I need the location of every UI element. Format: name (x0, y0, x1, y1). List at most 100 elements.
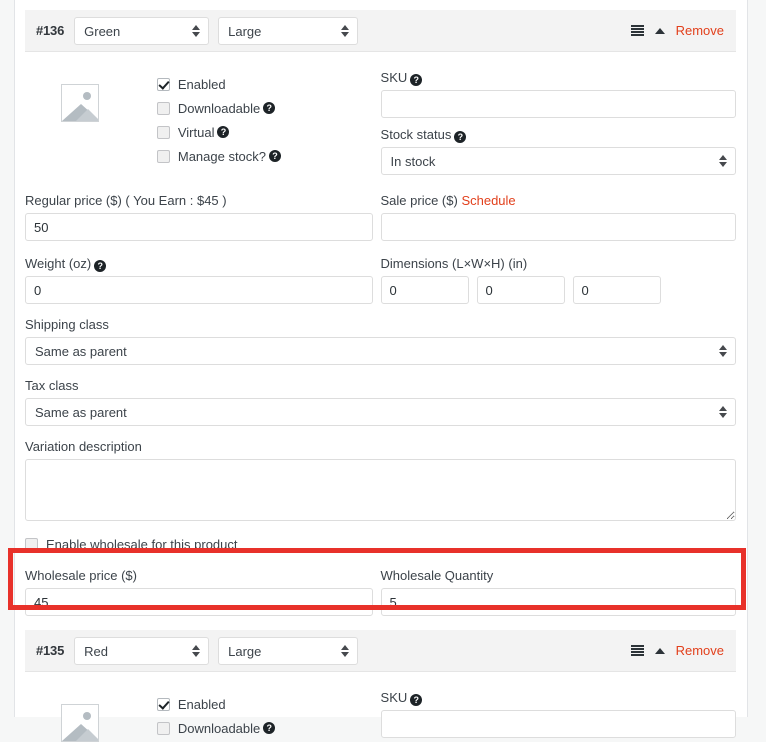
dimension-height-input[interactable] (572, 276, 661, 304)
sku-label: SKU? (381, 690, 736, 706)
attribute-size-select[interactable]: Large (218, 636, 359, 665)
variation-top-block: Enabled Downloadable ? SKU? (25, 672, 736, 742)
variation-136: #136 Green Large Remove Enabled Download… (15, 10, 747, 626)
variation-image-column (25, 66, 157, 175)
stock-status-select[interactable]: In stock (380, 147, 736, 175)
chevron-up-icon[interactable] (654, 647, 665, 654)
help-icon[interactable]: ? (410, 694, 423, 706)
variation-image-placeholder-icon[interactable] (61, 84, 99, 122)
shipping-dimension-row: Weight (oz)? Dimensions (L×W×H) (in) (25, 241, 736, 304)
dimension-width-input[interactable] (476, 276, 565, 304)
sale-price-field: Sale price ($) Schedule (380, 193, 736, 241)
sku-label-text: SKU (380, 70, 408, 85)
chevron-updown-icon (719, 154, 728, 168)
wholesale-quantity-input[interactable] (380, 588, 736, 616)
virtual-checkbox[interactable] (156, 125, 170, 139)
variation-top-block: Enabled Downloadable ? Virtual ? Manage … (25, 52, 736, 175)
sort-handle-icon[interactable] (630, 645, 644, 656)
downloadable-label: Downloadable (177, 100, 261, 116)
weight-input[interactable] (25, 276, 373, 304)
variation-image-placeholder-icon[interactable] (61, 704, 99, 742)
enabled-label: Enabled (177, 696, 226, 712)
downloadable-checkbox[interactable] (156, 101, 170, 115)
regular-price-input[interactable] (25, 213, 373, 241)
variation-header: #136 Green Large Remove (25, 10, 736, 52)
weight-label-text: Weight (oz) (25, 256, 92, 271)
checkbox-row-virtual: Virtual ? (156, 120, 381, 144)
attribute-color-select[interactable]: Red (74, 636, 210, 665)
variations-panel: #136 Green Large Remove Enabled Download… (14, 0, 748, 742)
attribute-size-select[interactable]: Large (218, 16, 359, 45)
enable-wholesale-label: Enable wholesale for this product (46, 536, 238, 552)
sku-stock-column: SKU? (380, 686, 736, 742)
sale-price-input[interactable] (380, 213, 736, 241)
variation-description-label: Variation description (25, 439, 142, 454)
downloadable-checkbox[interactable] (156, 721, 170, 735)
dimensions-field: Dimensions (L×W×H) (in) (380, 256, 737, 304)
wholesale-quantity-label: Wholesale Quantity (380, 568, 494, 583)
sku-label-text: SKU (380, 690, 408, 705)
tax-class-label: Tax class (25, 378, 79, 393)
sort-handle-icon[interactable] (630, 25, 644, 36)
image-sun-shape (83, 712, 91, 720)
dimension-length-input[interactable] (380, 276, 469, 304)
remove-variation-link[interactable]: Remove (676, 643, 724, 658)
sku-input[interactable] (380, 710, 736, 738)
enabled-label: Enabled (177, 76, 226, 92)
attribute-color-value: Green (84, 23, 121, 39)
checkbox-row-manage-stock: Manage stock? ? (156, 144, 381, 168)
weight-field: Weight (oz)? (25, 256, 381, 304)
help-icon[interactable]: ? (94, 260, 107, 272)
checkbox-row-enabled: Enabled (156, 692, 381, 716)
variation-description-field: Variation description (25, 426, 736, 521)
variation-checkbox-group: Enabled Downloadable ? Virtual ? Manage … (156, 66, 381, 175)
enabled-checkbox[interactable] (156, 697, 170, 711)
chevron-updown-icon (719, 344, 728, 358)
schedule-sale-link[interactable]: Schedule (461, 193, 515, 208)
tax-class-select[interactable]: Same as parent (25, 398, 736, 426)
help-icon[interactable]: ? (263, 722, 276, 734)
enable-wholesale-checkbox[interactable] (25, 537, 38, 551)
sku-label: SKU? (381, 70, 736, 86)
variation-checkbox-group: Enabled Downloadable ? (156, 686, 381, 742)
enabled-checkbox[interactable] (156, 77, 170, 91)
dimensions-label: Dimensions (L×W×H) (in) (380, 256, 528, 271)
wholesale-price-input[interactable] (25, 588, 373, 616)
enable-wholesale-row: Enable wholesale for this product (25, 533, 736, 555)
chevron-updown-icon (719, 405, 728, 419)
variation-id: #135 (36, 643, 65, 658)
checkbox-row-enabled: Enabled (156, 72, 381, 96)
wholesale-quantity-field: Wholesale Quantity (380, 568, 736, 616)
sku-stock-column: SKU? Stock status? In stock (380, 66, 736, 175)
checkbox-row-downloadable: Downloadable ? (156, 716, 381, 740)
remove-variation-link[interactable]: Remove (676, 23, 724, 38)
help-icon[interactable]: ? (263, 102, 276, 114)
stock-status-label: Stock status? (381, 127, 736, 143)
variation-135: #135 Red Large Remove Enabled Downloadab… (15, 630, 747, 742)
help-icon[interactable]: ? (410, 74, 423, 86)
price-row: Regular price ($) ( You Earn : $45 ) Sal… (25, 175, 736, 241)
sku-input[interactable] (380, 90, 736, 118)
weight-label: Weight (oz)? (25, 256, 373, 272)
chevron-up-icon[interactable] (654, 27, 665, 34)
help-icon[interactable]: ? (454, 131, 467, 143)
regular-price-field: Regular price ($) ( You Earn : $45 ) (25, 193, 381, 241)
chevron-updown-icon (192, 644, 201, 658)
image-hill2-shape (76, 729, 98, 741)
variation-header-actions: Remove (630, 23, 724, 38)
downloadable-label: Downloadable (177, 720, 261, 736)
variation-header: #135 Red Large Remove (25, 630, 736, 672)
attribute-color-select[interactable]: Green (74, 16, 210, 45)
shipping-class-select[interactable]: Same as parent (25, 337, 736, 365)
regular-price-label: Regular price ($) ( You Earn : $45 ) (25, 193, 227, 208)
stock-status-label-text: Stock status (380, 127, 452, 142)
variation-body: Enabled Downloadable ? Virtual ? Manage … (15, 52, 747, 626)
manage-stock-label: Manage stock? (177, 148, 267, 164)
help-icon[interactable]: ? (217, 126, 230, 138)
manage-stock-checkbox[interactable] (156, 149, 170, 163)
stock-status-value: In stock (390, 154, 436, 169)
help-icon[interactable]: ? (269, 150, 282, 162)
wholesale-price-field: Wholesale price ($) (25, 568, 381, 616)
variation-description-textarea[interactable] (25, 459, 736, 521)
variation-image-column (25, 686, 157, 742)
